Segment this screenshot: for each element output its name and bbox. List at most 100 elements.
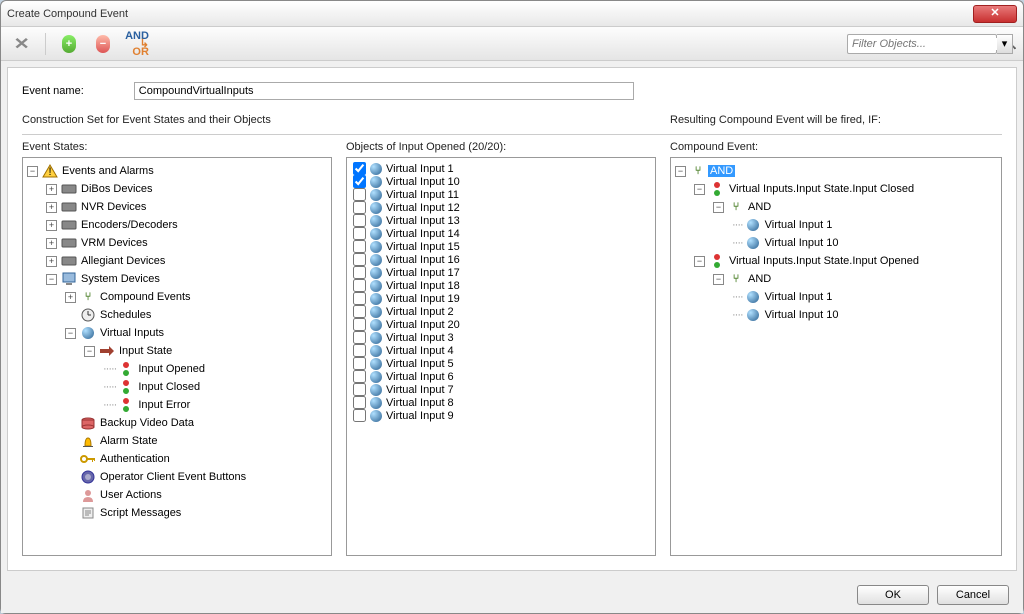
object-checkbox[interactable]: [353, 357, 366, 370]
collapse-icon[interactable]: −: [713, 274, 724, 285]
object-checkbox-row[interactable]: Virtual Input 11: [351, 188, 651, 201]
tree-item[interactable]: ····· Input Closed: [103, 378, 327, 396]
object-checkbox-row[interactable]: Virtual Input 5: [351, 357, 651, 370]
object-checkbox-row[interactable]: Virtual Input 13: [351, 214, 651, 227]
tree-item[interactable]: ····· Input Opened: [103, 360, 327, 378]
object-checkbox[interactable]: [353, 370, 366, 383]
tree-item[interactable]: + Allegiant Devices: [46, 252, 327, 270]
tree-item[interactable]: Authentication: [65, 450, 327, 468]
compound-event-tree[interactable]: − ⑂ AND − Virtual Inputs.Input State.Inp…: [670, 157, 1002, 556]
remove-condition-button[interactable]: −: [92, 33, 114, 55]
tree-item[interactable]: User Actions: [65, 486, 327, 504]
object-checkbox[interactable]: [353, 292, 366, 305]
object-checkbox-row[interactable]: Virtual Input 2: [351, 305, 651, 318]
tree-item[interactable]: ····· Input Error: [103, 396, 327, 414]
object-checkbox[interactable]: [353, 175, 366, 188]
object-checkbox[interactable]: [353, 162, 366, 175]
tree-item[interactable]: Schedules: [65, 306, 327, 324]
tree-item[interactable]: Script Messages: [65, 504, 327, 522]
tree-leaf[interactable]: ···· Virtual Input 10: [732, 234, 997, 252]
object-checkbox-row[interactable]: Virtual Input 15: [351, 240, 651, 253]
expand-icon[interactable]: +: [46, 202, 57, 213]
object-checkbox-row[interactable]: Virtual Input 6: [351, 370, 651, 383]
object-checkbox[interactable]: [353, 188, 366, 201]
collapse-icon[interactable]: −: [46, 274, 57, 285]
object-checkbox-row[interactable]: Virtual Input 8: [351, 396, 651, 409]
tree-item[interactable]: + NVR Devices: [46, 198, 327, 216]
expand-icon[interactable]: +: [46, 238, 57, 249]
tree-item[interactable]: Backup Video Data: [65, 414, 327, 432]
tree-leaf[interactable]: ···· Virtual Input 10: [732, 306, 997, 324]
expand-icon[interactable]: +: [46, 184, 57, 195]
object-checkbox-row[interactable]: Virtual Input 14: [351, 227, 651, 240]
object-checkbox[interactable]: [353, 344, 366, 357]
object-checkbox[interactable]: [353, 279, 366, 292]
object-checkbox[interactable]: [353, 305, 366, 318]
object-checkbox-row[interactable]: Virtual Input 9: [351, 409, 651, 422]
object-checkbox-row[interactable]: Virtual Input 12: [351, 201, 651, 214]
objects-list[interactable]: Virtual Input 1Virtual Input 10Virtual I…: [346, 157, 656, 556]
object-checkbox-row[interactable]: Virtual Input 20: [351, 318, 651, 331]
object-checkbox-row[interactable]: Virtual Input 4: [351, 344, 651, 357]
object-checkbox[interactable]: [353, 214, 366, 227]
object-checkbox-row[interactable]: Virtual Input 10: [351, 175, 651, 188]
tree-item[interactable]: + VRM Devices: [46, 234, 327, 252]
collapse-icon[interactable]: −: [27, 166, 38, 177]
tree-leaf[interactable]: ···· Virtual Input 1: [732, 288, 997, 306]
expand-icon[interactable]: +: [46, 256, 57, 267]
object-checkbox[interactable]: [353, 396, 366, 409]
object-checkbox-row[interactable]: Virtual Input 1: [351, 162, 651, 175]
collapse-icon[interactable]: −: [713, 202, 724, 213]
tree-item[interactable]: + ⑂ Compound Events: [65, 288, 327, 306]
collapse-icon[interactable]: −: [65, 328, 76, 339]
tree-item[interactable]: Operator Client Event Buttons: [65, 468, 327, 486]
object-checkbox[interactable]: [353, 383, 366, 396]
collapse-icon[interactable]: −: [84, 346, 95, 357]
collapse-icon[interactable]: −: [675, 166, 686, 177]
tree-item[interactable]: − Virtual Inputs.Input State.Input Close…: [694, 180, 997, 198]
tree-item-system-devices[interactable]: − System Devices: [46, 270, 327, 288]
tree-item-virtual-inputs[interactable]: − Virtual Inputs: [65, 324, 327, 342]
object-checkbox[interactable]: [353, 266, 366, 279]
collapse-icon[interactable]: −: [694, 184, 705, 195]
expand-icon[interactable]: +: [46, 220, 57, 231]
object-checkbox-row[interactable]: Virtual Input 7: [351, 383, 651, 396]
object-checkbox-row[interactable]: Virtual Input 16: [351, 253, 651, 266]
tree-root-and[interactable]: − ⑂ AND: [675, 162, 997, 180]
object-checkbox[interactable]: [353, 240, 366, 253]
expand-icon[interactable]: +: [65, 292, 76, 303]
add-condition-button[interactable]: +: [58, 33, 80, 55]
collapse-icon[interactable]: −: [694, 256, 705, 267]
content-area: Event name: Construction Set for Event S…: [7, 67, 1017, 571]
object-checkbox[interactable]: [353, 201, 366, 214]
filter-objects-field[interactable]: 🔍: [847, 34, 997, 54]
object-checkbox-row[interactable]: Virtual Input 17: [351, 266, 651, 279]
cancel-edit-button[interactable]: ✕: [11, 33, 33, 55]
ok-button[interactable]: OK: [857, 585, 929, 605]
object-checkbox-row[interactable]: Virtual Input 19: [351, 292, 651, 305]
event-name-input[interactable]: [134, 82, 634, 100]
object-checkbox[interactable]: [353, 409, 366, 422]
tree-item[interactable]: − Virtual Inputs.Input State.Input Opene…: [694, 252, 997, 270]
and-or-toggle-button[interactable]: AND ↳ OR: [126, 33, 148, 55]
tree-item[interactable]: + DiBos Devices: [46, 180, 327, 198]
close-button[interactable]: ✕: [973, 5, 1017, 23]
filter-input[interactable]: [848, 38, 999, 50]
event-states-tree[interactable]: − ! Events and Alarms + DiBos Devices: [22, 157, 332, 556]
cancel-button[interactable]: Cancel: [937, 585, 1009, 605]
tree-root[interactable]: − ! Events and Alarms: [27, 162, 327, 180]
object-checkbox-row[interactable]: Virtual Input 3: [351, 331, 651, 344]
tree-leaf[interactable]: ···· Virtual Input 1: [732, 216, 997, 234]
tree-item-and[interactable]: − ⑂ AND: [713, 270, 997, 288]
object-checkbox[interactable]: [353, 227, 366, 240]
tree-item-input-state[interactable]: − Input State: [84, 342, 327, 360]
filter-dropdown-button[interactable]: ▾: [997, 34, 1013, 54]
object-checkbox[interactable]: [353, 331, 366, 344]
tree-item[interactable]: Alarm State: [65, 432, 327, 450]
tree-item-and[interactable]: − ⑂ AND: [713, 198, 997, 216]
object-checkbox-row[interactable]: Virtual Input 18: [351, 279, 651, 292]
object-checkbox[interactable]: [353, 318, 366, 331]
tree-item[interactable]: + Encoders/Decoders: [46, 216, 327, 234]
fork-icon: ⑂: [728, 271, 744, 287]
object-checkbox[interactable]: [353, 253, 366, 266]
